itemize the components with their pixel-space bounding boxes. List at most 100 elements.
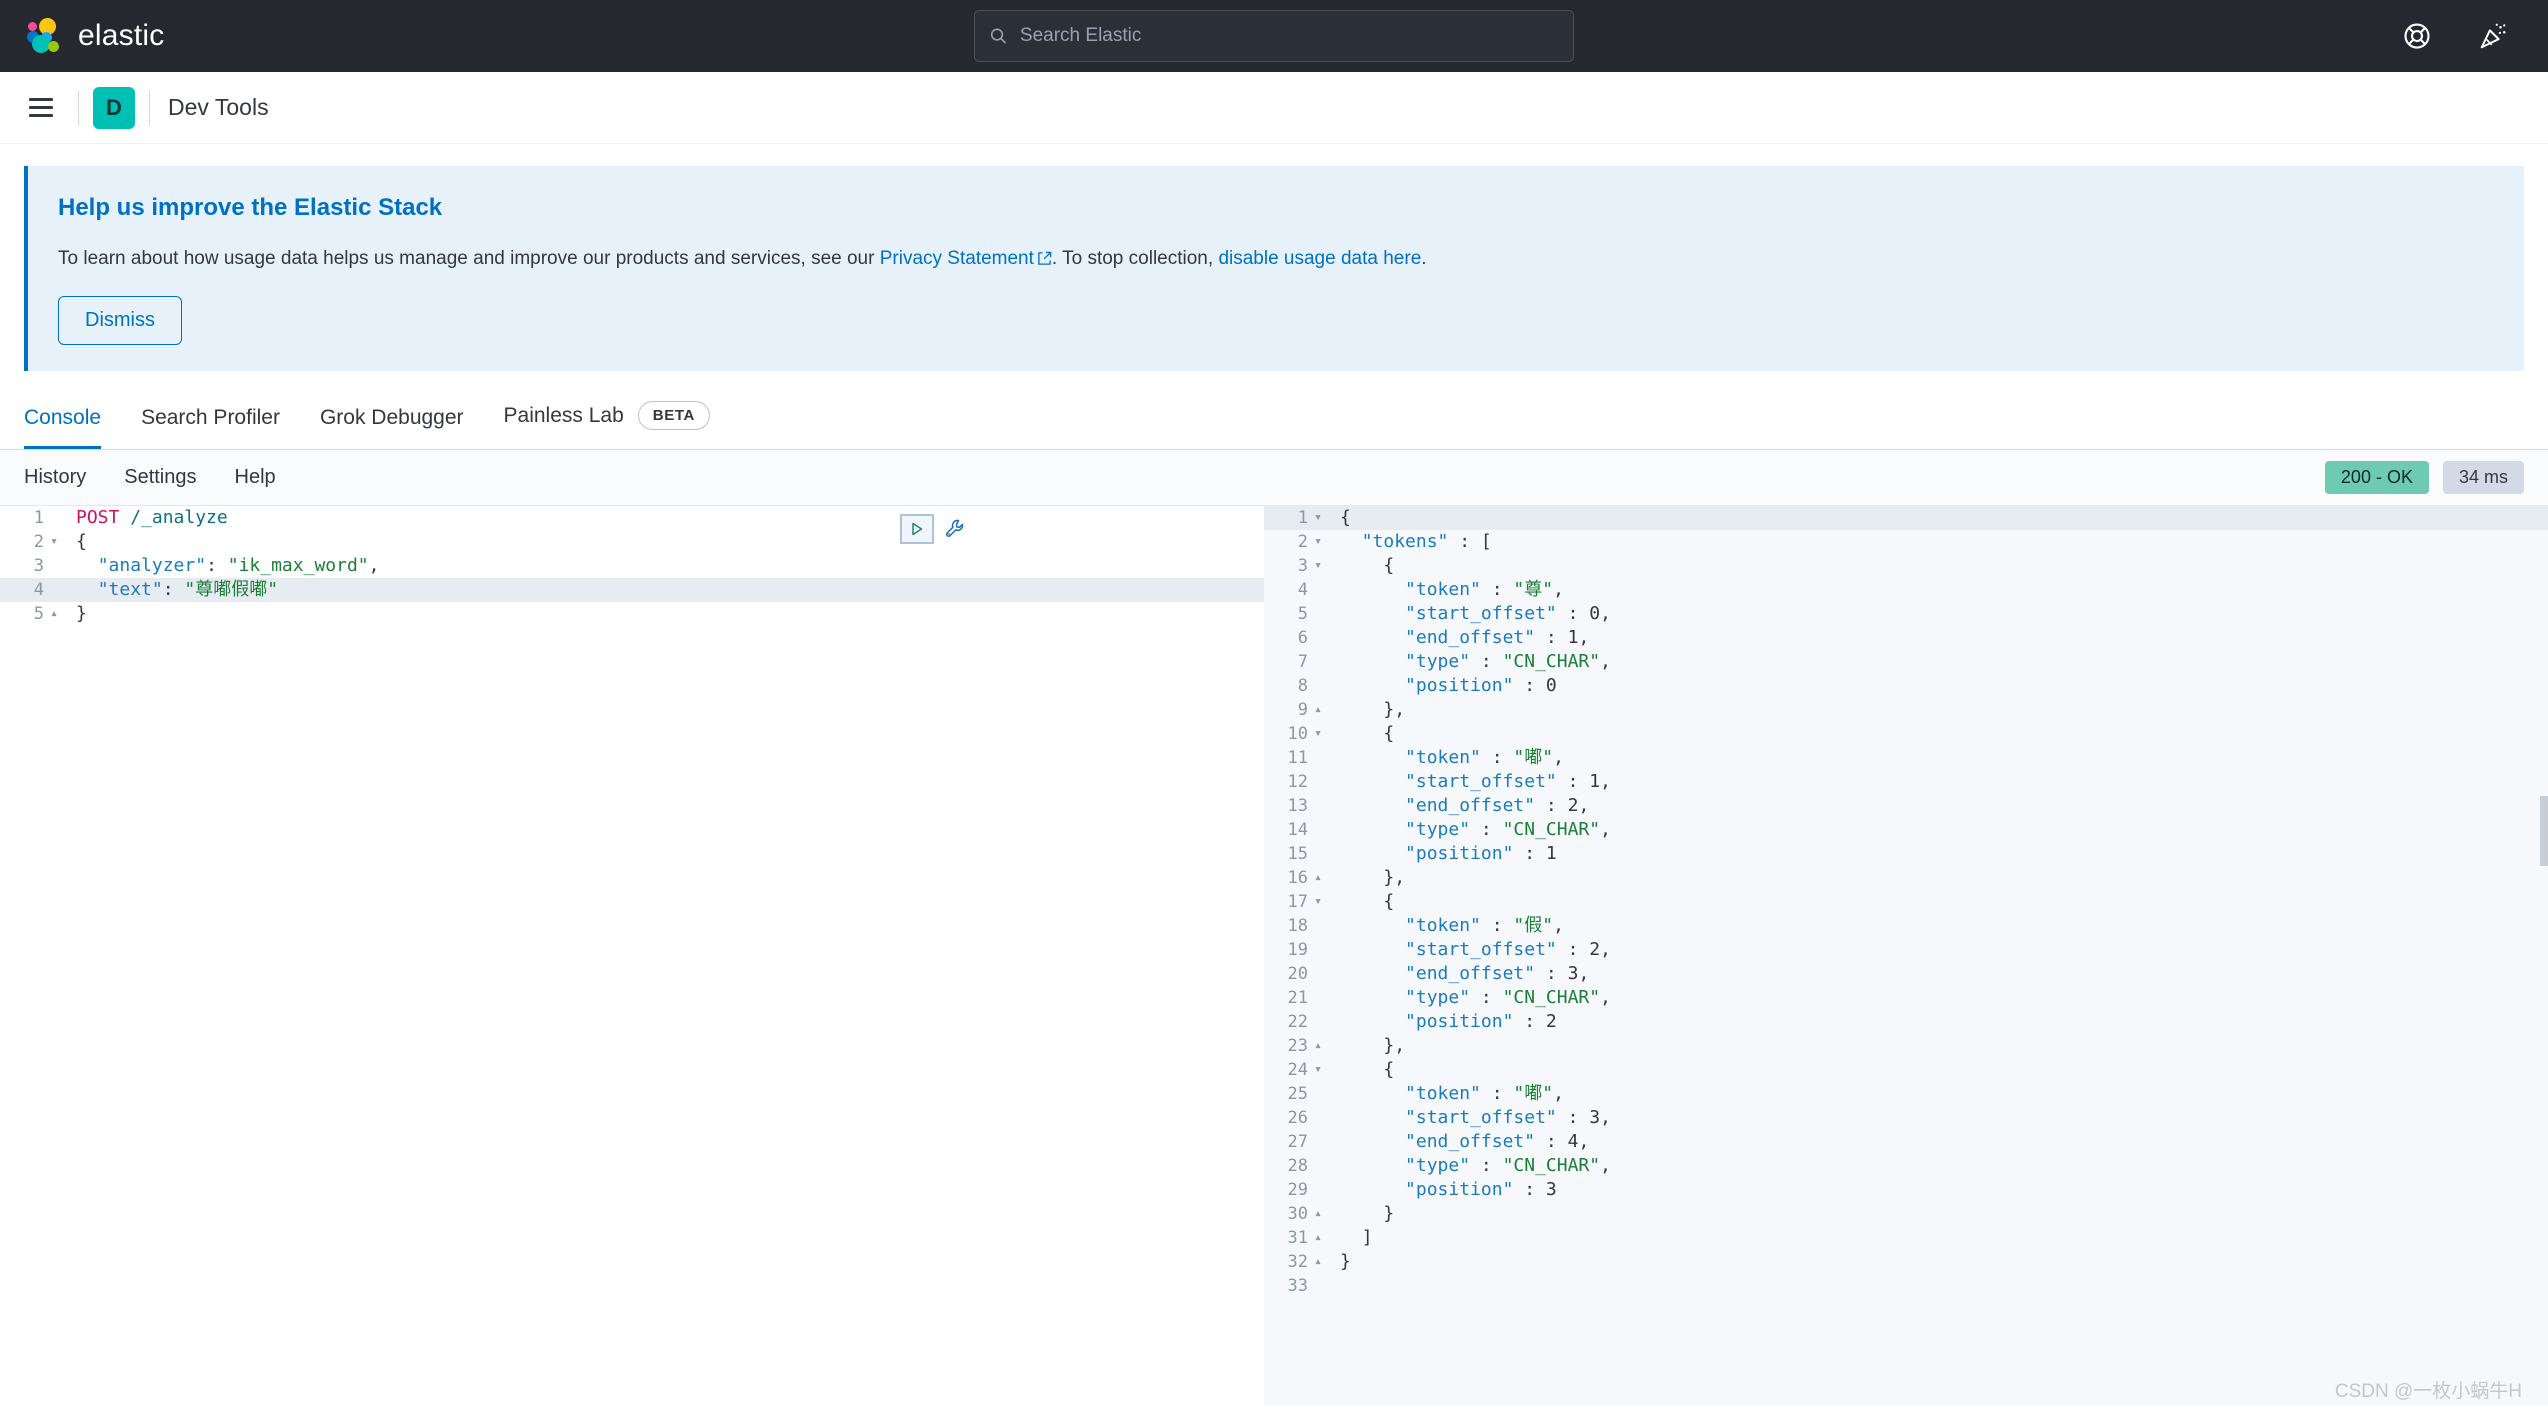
line-content: "end_offset" : 1, [1328, 626, 1589, 650]
line-number: 12 [1264, 770, 1308, 794]
line-number: 4 [1264, 578, 1308, 602]
response-code: 1▾{2▾ "tokens" : [3▾ {4 "token" : "尊",5 … [1264, 506, 2548, 1298]
space-avatar[interactable]: D [93, 87, 135, 129]
response-line: 16▴ }, [1264, 866, 2548, 890]
response-line: 28 "type" : "CN_CHAR", [1264, 1154, 2548, 1178]
duration-badge: 34 ms [2443, 461, 2524, 494]
fold-toggle[interactable]: ▾ [1308, 554, 1328, 578]
line-number: 28 [1264, 1154, 1308, 1178]
history-button[interactable]: History [24, 466, 86, 489]
line-content: { [1328, 554, 1394, 578]
disable-usage-data-link[interactable]: disable usage data here [1218, 248, 1421, 269]
request-editor[interactable]: 1POST /_analyze2▾{3 "analyzer": "ik_max_… [0, 506, 1264, 1406]
line-number: 5 [1264, 602, 1308, 626]
callout-text-middle: . To stop collection, [1052, 248, 1219, 269]
line-content: "type" : "CN_CHAR", [1328, 650, 1611, 674]
party-announcement-icon[interactable] [2478, 21, 2508, 51]
fold-toggle[interactable]: ▴ [1308, 1226, 1328, 1250]
response-line: 3▾ { [1264, 554, 2548, 578]
line-number: 8 [1264, 674, 1308, 698]
line-content: "start_offset" : 0, [1328, 602, 1611, 626]
response-line: 7 "type" : "CN_CHAR", [1264, 650, 2548, 674]
request-line: 2▾{ [0, 530, 1264, 554]
line-number: 26 [1264, 1106, 1308, 1130]
request-code[interactable]: 1POST /_analyze2▾{3 "analyzer": "ik_max_… [0, 506, 1264, 626]
brand[interactable]: elastic [26, 17, 164, 55]
response-line: 29 "position" : 3 [1264, 1178, 2548, 1202]
privacy-statement-link[interactable]: Privacy Statement [880, 248, 1034, 269]
line-content: "text": "尊嘟假嘟" [64, 578, 278, 602]
fold-toggle[interactable]: ▾ [1308, 1058, 1328, 1082]
line-number: 21 [1264, 986, 1308, 1010]
wrench-tools-icon[interactable] [944, 517, 968, 541]
search-input[interactable] [1020, 25, 1559, 47]
response-line: 8 "position" : 0 [1264, 674, 2548, 698]
response-editor[interactable]: 1▾{2▾ "tokens" : [3▾ {4 "token" : "尊",5 … [1264, 506, 2548, 1406]
response-line: 30▴ } [1264, 1202, 2548, 1226]
console-editors: 1POST /_analyze2▾{3 "analyzer": "ik_max_… [0, 506, 2548, 1406]
line-content: "analyzer": "ik_max_word", [64, 554, 379, 578]
page-title: Dev Tools [168, 94, 269, 121]
line-number: 5 [0, 602, 44, 626]
tab-painless-lab[interactable]: Painless Lab BETA [504, 401, 710, 449]
brand-name: elastic [78, 19, 164, 53]
tab-search-profiler[interactable]: Search Profiler [141, 406, 280, 449]
line-number: 7 [1264, 650, 1308, 674]
response-line: 23▴ }, [1264, 1034, 2548, 1058]
tab-console[interactable]: Console [24, 406, 101, 449]
response-line: 12 "start_offset" : 1, [1264, 770, 2548, 794]
fold-toggle[interactable]: ▾ [1308, 722, 1328, 746]
line-content: } [1328, 1250, 1351, 1274]
fold-toggle[interactable]: ▾ [44, 530, 64, 554]
play-run-icon[interactable] [900, 514, 934, 544]
elastic-logo-icon [26, 17, 64, 55]
fold-toggle[interactable]: ▴ [44, 602, 64, 626]
request-line: 3 "analyzer": "ik_max_word", [0, 554, 1264, 578]
fold-toggle[interactable]: ▴ [1308, 1202, 1328, 1226]
fold-toggle[interactable]: ▾ [1308, 506, 1328, 530]
response-line: 19 "start_offset" : 2, [1264, 938, 2548, 962]
scrollbar-thumb[interactable] [2540, 796, 2548, 866]
status-badge: 200 - OK [2325, 461, 2429, 494]
help-button[interactable]: Help [235, 466, 276, 489]
watermark: CSDN @一枚小蜗牛H [2335, 1376, 2522, 1403]
line-content: { [1328, 890, 1394, 914]
line-number: 27 [1264, 1130, 1308, 1154]
settings-button[interactable]: Settings [124, 466, 196, 489]
line-number: 30 [1264, 1202, 1308, 1226]
fold-toggle[interactable]: ▾ [1308, 530, 1328, 554]
response-line: 9▴ }, [1264, 698, 2548, 722]
response-line: 26 "start_offset" : 3, [1264, 1106, 2548, 1130]
fold-toggle[interactable]: ▴ [1308, 866, 1328, 890]
nav-divider-2 [149, 90, 150, 126]
line-content: }, [1328, 1034, 1405, 1058]
tab-search-profiler-label: Search Profiler [141, 406, 280, 430]
line-number: 14 [1264, 818, 1308, 842]
fold-toggle[interactable]: ▴ [1308, 698, 1328, 722]
callout-text-before: To learn about how usage data helps us m… [58, 248, 880, 269]
line-content: "position" : 2 [1328, 1010, 1557, 1034]
line-content: "end_offset" : 3, [1328, 962, 1589, 986]
console-toolbar: History Settings Help 200 - OK 34 ms [0, 450, 2548, 506]
line-content: "start_offset" : 1, [1328, 770, 1611, 794]
response-line: 1▾{ [1264, 506, 2548, 530]
fold-toggle[interactable]: ▴ [1308, 1250, 1328, 1274]
tab-grok-debugger[interactable]: Grok Debugger [320, 406, 464, 449]
line-content: "type" : "CN_CHAR", [1328, 986, 1611, 1010]
lifebuoy-help-icon[interactable] [2402, 21, 2432, 51]
response-line: 17▾ { [1264, 890, 2548, 914]
fold-toggle[interactable]: ▾ [1308, 890, 1328, 914]
fold-toggle[interactable]: ▴ [1308, 1034, 1328, 1058]
line-number: 13 [1264, 794, 1308, 818]
response-line: 2▾ "tokens" : [ [1264, 530, 2548, 554]
response-line: 11 "token" : "嘟", [1264, 746, 2548, 770]
response-line: 4 "token" : "尊", [1264, 578, 2548, 602]
line-number: 1 [1264, 506, 1308, 530]
line-number: 2 [0, 530, 44, 554]
hamburger-menu-icon[interactable] [18, 85, 64, 131]
callout-body: To learn about how usage data helps us m… [58, 248, 2494, 270]
response-line: 21 "type" : "CN_CHAR", [1264, 986, 2548, 1010]
dismiss-button[interactable]: Dismiss [58, 296, 182, 345]
line-number: 16 [1264, 866, 1308, 890]
global-search[interactable] [974, 10, 1574, 62]
